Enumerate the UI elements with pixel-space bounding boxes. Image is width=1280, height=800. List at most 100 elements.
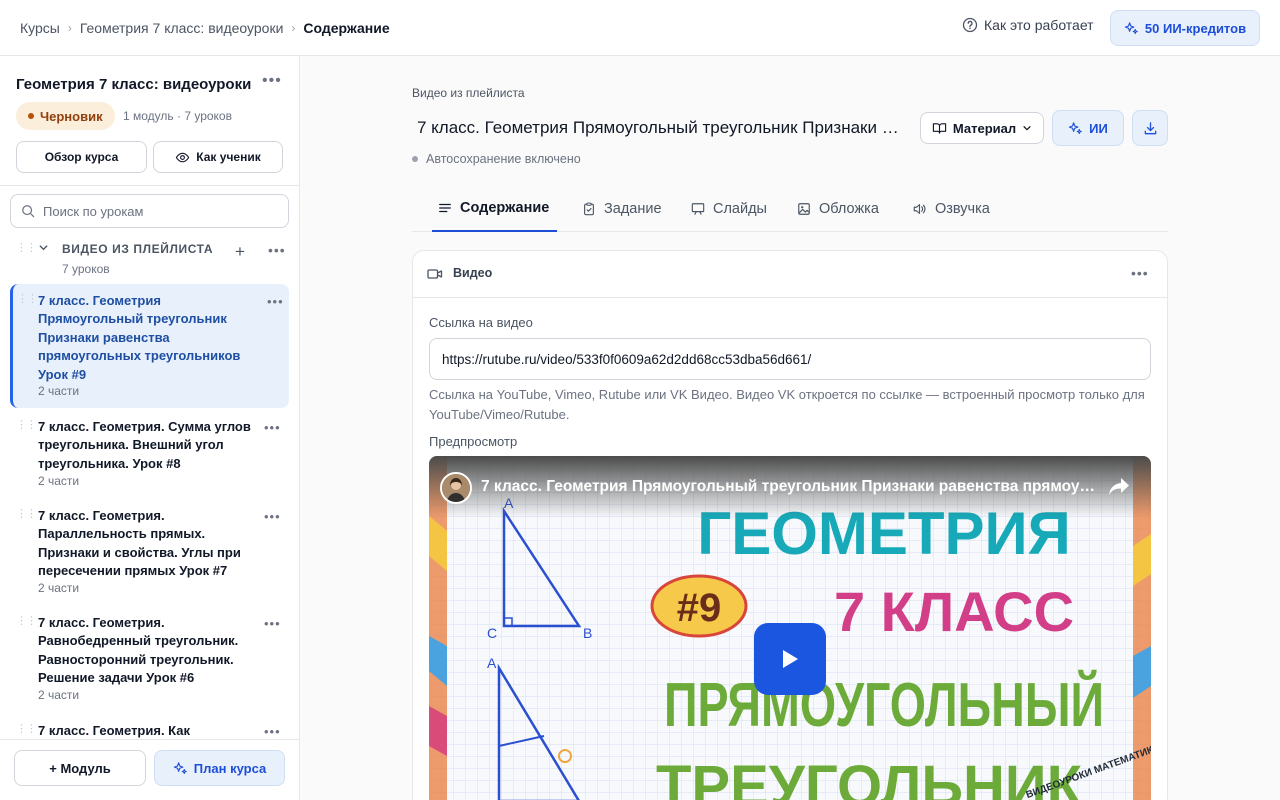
preview-label: Предпросмотр <box>429 434 518 449</box>
module-more-icon[interactable]: ••• <box>268 242 286 258</box>
channel-avatar[interactable] <box>440 472 472 504</box>
tab-voiceover-label: Озвучка <box>935 201 990 217</box>
tab-content-label: Содержание <box>460 200 550 216</box>
lesson-more-icon[interactable]: ••• <box>264 420 281 435</box>
drag-handle-icon[interactable]: ⋮⋮ <box>17 294 38 305</box>
lesson-more-icon[interactable]: ••• <box>264 724 281 739</box>
lesson-parts: 2 части <box>38 581 80 595</box>
top-bar: Курсы › Геометрия 7 класс: видеоуроки › … <box>0 0 1280 56</box>
breadcrumb-courses[interactable]: Курсы <box>20 20 60 36</box>
course-meta: 1 модуль · 7 уроков <box>123 109 232 123</box>
lesson-title-input[interactable]: 7 класс. Геометрия Прямоугольный треугол… <box>417 118 907 138</box>
how-it-works-link[interactable]: Как это работает <box>962 17 1094 33</box>
sparkles-icon <box>173 761 187 774</box>
eye-icon <box>176 152 190 162</box>
lesson-item[interactable]: ⋮⋮ 7 класс. Геометрия. Сумма углов треуг… <box>10 410 289 496</box>
course-overview-button[interactable]: Обзор курса <box>16 141 147 173</box>
video-block-more-icon[interactable]: ••• <box>1131 265 1149 281</box>
course-overview-label: Обзор курса <box>44 150 119 164</box>
image-icon <box>798 203 810 215</box>
video-url-label: Ссылка на видео <box>429 315 533 330</box>
lesson-editor: Видео из плейлиста 7 класс. Геометрия Пр… <box>300 56 1280 800</box>
material-dropdown[interactable]: Материал <box>920 112 1044 144</box>
status-dot-icon <box>28 113 34 119</box>
sidebar-header: Геометрия 7 класс: видеоуроки ••• Чернов… <box>0 56 299 186</box>
tab-cover-label: Обложка <box>819 201 879 217</box>
tab-assignment-label: Задание <box>604 201 662 217</box>
thumb-topic-line-2: ТРЕУГОЛЬНИК <box>656 754 1083 800</box>
autosave-status: Автосохранение включено <box>412 152 581 166</box>
tab-voiceover[interactable]: Озвучка <box>912 186 990 232</box>
add-lesson-icon[interactable]: + <box>235 242 245 262</box>
course-title: Геометрия 7 класс: видеоуроки <box>16 76 252 93</box>
lesson-item-active[interactable]: ⋮⋮ 7 класс. Геометрия Прямоугольный треу… <box>10 284 289 408</box>
play-icon <box>783 650 798 668</box>
chevron-down-icon <box>1023 126 1031 131</box>
video-url-input[interactable] <box>429 338 1151 380</box>
course-plan-button[interactable]: План курса <box>154 750 285 786</box>
video-block: Видео ••• Ссылка на видео Ссылка на YouT… <box>412 250 1168 800</box>
lesson-more-icon[interactable]: ••• <box>264 616 281 631</box>
video-url-hint: Ссылка на YouTube, Vimeo, Rutube или VK … <box>429 387 1145 422</box>
tab-content[interactable]: Содержание <box>432 186 557 232</box>
video-preview-player[interactable]: А С В А ГЕОМЕТРИЯ #9 7 КЛАСС ПРЯМОУГОЛЬН… <box>429 456 1151 800</box>
course-more-icon[interactable]: ••• <box>262 72 282 90</box>
video-title[interactable]: 7 класс. Геометрия Прямоугольный треугол… <box>481 478 1101 496</box>
lesson-item[interactable]: ⋮⋮ 7 класс. Геометрия. Равнобедренный тр… <box>10 606 289 711</box>
ai-credits-button[interactable]: 50 ИИ-кредитов <box>1110 10 1260 46</box>
lesson-item[interactable]: ⋮⋮ 7 класс. Геометрия. Параллельность пр… <box>10 499 289 604</box>
view-as-student-button[interactable]: Как ученик <box>153 141 283 173</box>
ai-button[interactable]: ИИ <box>1052 110 1124 146</box>
help-circle-icon <box>962 17 978 33</box>
tab-assignment[interactable]: Задание <box>582 186 662 232</box>
drag-handle-icon[interactable]: ⋮⋮ <box>16 724 37 735</box>
how-it-works-label: Как это работает <box>984 17 1094 33</box>
add-module-button[interactable]: + Модуль <box>14 750 146 786</box>
thumb-badge: #9 <box>677 586 722 630</box>
module-title: ВИДЕО ИЗ ПЛЕЙЛИСТА <box>62 242 214 256</box>
lesson-parts: 2 части <box>38 384 80 398</box>
lesson-parts: 2 части <box>38 474 80 488</box>
lesson-item[interactable]: ⋮⋮ 7 класс. Геометрия. Как ••• <box>10 714 289 740</box>
breadcrumb: Курсы › Геометрия 7 класс: видеоуроки › … <box>20 0 390 56</box>
video-block-header: Видео ••• <box>413 251 1167 298</box>
drag-handle-icon[interactable]: ⋮⋮ <box>16 243 37 254</box>
lesson-more-icon[interactable]: ••• <box>267 294 284 309</box>
presentation-icon <box>691 203 705 215</box>
speaker-icon <box>913 204 926 214</box>
drag-handle-icon[interactable]: ⋮⋮ <box>16 616 37 627</box>
tab-slides-label: Слайды <box>713 201 767 217</box>
video-block-title: Видео <box>453 266 493 280</box>
course-plan-label: План курса <box>193 760 267 776</box>
playlist-label: Видео из плейлиста <box>412 86 525 100</box>
drag-handle-icon[interactable]: ⋮⋮ <box>16 420 37 431</box>
lesson-title: 7 класс. Геометрия. Равнобедренный треуг… <box>38 615 239 686</box>
download-button[interactable] <box>1132 110 1168 146</box>
view-as-student-label: Как ученик <box>196 150 261 164</box>
tab-cover[interactable]: Обложка <box>797 186 879 232</box>
share-icon[interactable] <box>1107 474 1131 498</box>
breadcrumb-course[interactable]: Геометрия 7 класс: видеоуроки <box>80 20 284 36</box>
module-header[interactable]: ⋮⋮ ВИДЕО ИЗ ПЛЕЙЛИСТА 7 уроков + ••• <box>0 236 299 282</box>
lesson-title: 7 класс. Геометрия. Сумма углов треуголь… <box>38 419 251 471</box>
thumb-vertex-label: С <box>487 625 497 641</box>
tab-slides[interactable]: Слайды <box>691 186 767 232</box>
lesson-more-icon[interactable]: ••• <box>264 509 281 524</box>
thumb-topic-line-1: ПРЯМОУГОЛЬНЫЙ <box>664 670 1104 740</box>
clipboard-icon <box>584 202 594 216</box>
search-icon <box>22 205 35 218</box>
thumb-vertex-label: А <box>487 655 497 671</box>
sidebar-footer: + Модуль План курса <box>0 739 299 800</box>
lesson-title: 7 класс. Геометрия Прямоугольный треугол… <box>38 293 241 382</box>
ai-credits-label: 50 ИИ-кредитов <box>1144 20 1247 36</box>
search-placeholder: Поиск по урокам <box>43 203 144 219</box>
status-label: Черновик <box>40 108 103 124</box>
play-button[interactable] <box>754 623 826 695</box>
course-sidebar: Геометрия 7 класс: видеоуроки ••• Чернов… <box>0 56 300 800</box>
breadcrumb-current: Содержание <box>303 20 390 36</box>
drag-handle-icon[interactable]: ⋮⋮ <box>16 509 37 520</box>
lesson-title: 7 класс. Геометрия. Как <box>38 723 191 738</box>
lesson-search-input[interactable]: Поиск по урокам <box>10 194 289 228</box>
add-module-label: + Модуль <box>49 760 111 776</box>
chevron-down-icon[interactable] <box>38 242 49 256</box>
